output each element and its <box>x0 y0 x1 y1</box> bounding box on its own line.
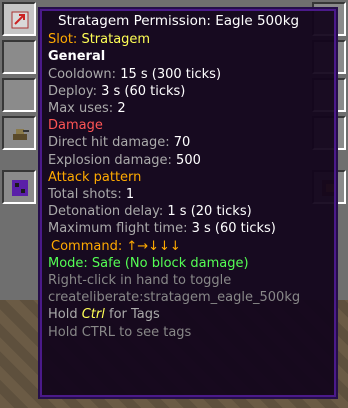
command-label: Command: <box>51 238 127 254</box>
slot-value: Stratagem <box>81 32 151 48</box>
hold-ctrl-tags-line: Hold Ctrl for Tags <box>48 306 328 323</box>
damage-header: Damage <box>48 118 103 134</box>
total-shots-value: 1 <box>125 187 135 203</box>
toggle-hint: Right-click in hand to toggle <box>48 273 232 289</box>
command-line: Command: ↑→↓↓↓ <box>48 238 328 255</box>
max-uses-value: 2 <box>117 101 126 117</box>
stratagem-item-icon <box>11 11 29 29</box>
hold-suffix: for Tags <box>104 307 160 323</box>
tooltip-title: Stratagem Permission: Eagle 500kg <box>58 13 300 29</box>
explosion-label: Explosion damage: <box>48 152 177 168</box>
inventory-slot[interactable] <box>2 40 36 74</box>
flight-time-value: 3 s (60 ticks) <box>191 221 276 237</box>
cooldown-line: Cooldown: 15 s (300 ticks) <box>48 66 328 83</box>
mode-line: Mode: Safe (No block damage) <box>48 255 249 271</box>
inventory-slot[interactable] <box>2 116 36 150</box>
direct-hit-line: Direct hit damage: 70 <box>48 134 328 151</box>
ctrl-key: Ctrl <box>81 307 105 323</box>
deploy-label: Deploy: <box>48 83 102 99</box>
explosion-line: Explosion damage: 500 <box>48 152 328 169</box>
detonation-value: 1 s (20 ticks) <box>167 204 252 220</box>
cooldown-label: Cooldown: <box>48 66 121 82</box>
inventory-slot[interactable] <box>2 2 36 36</box>
general-header: General <box>48 49 106 65</box>
hold-prefix: Hold <box>48 307 82 323</box>
direct-hit-label: Direct hit damage: <box>48 135 174 151</box>
attack-pattern-header: Attack pattern <box>48 169 142 185</box>
slot-label: Slot: <box>48 32 82 48</box>
flight-time-label: Maximum flight time: <box>48 221 192 237</box>
turret-item-icon <box>13 129 29 140</box>
slot-line: Slot: Stratagem <box>48 31 328 48</box>
item-id: createliberate:stratagem_eagle_500kg <box>48 290 301 306</box>
hold-ctrl-hint: Hold CTRL to see tags <box>48 324 192 340</box>
inventory-slot[interactable] <box>2 78 36 112</box>
max-uses-line: Max uses: 2 <box>48 100 328 117</box>
deploy-value: 3 s (60 ticks) <box>101 83 186 99</box>
explosion-value: 500 <box>176 152 201 168</box>
total-shots-label: Total shots: <box>48 187 126 203</box>
detonation-label: Detonation delay: <box>48 204 168 220</box>
item-tooltip: Stratagem Permission: Eagle 500kg Slot: … <box>38 7 338 399</box>
inventory-slot[interactable] <box>2 170 36 204</box>
direct-hit-value: 70 <box>173 135 191 151</box>
detonation-line: Detonation delay: 1 s (20 ticks) <box>48 203 328 220</box>
deploy-line: Deploy: 3 s (60 ticks) <box>48 83 328 100</box>
purple-block-icon <box>12 180 28 196</box>
command-arrows: ↑→↓↓↓ <box>126 238 181 254</box>
total-shots-line: Total shots: 1 <box>48 186 328 203</box>
cooldown-value: 15 s (300 ticks) <box>120 66 222 82</box>
max-uses-label: Max uses: <box>48 101 118 117</box>
game-screen: Stratagem Permission: Eagle 500kg Slot: … <box>0 0 348 408</box>
flight-time-line: Maximum flight time: 3 s (60 ticks) <box>48 220 328 237</box>
